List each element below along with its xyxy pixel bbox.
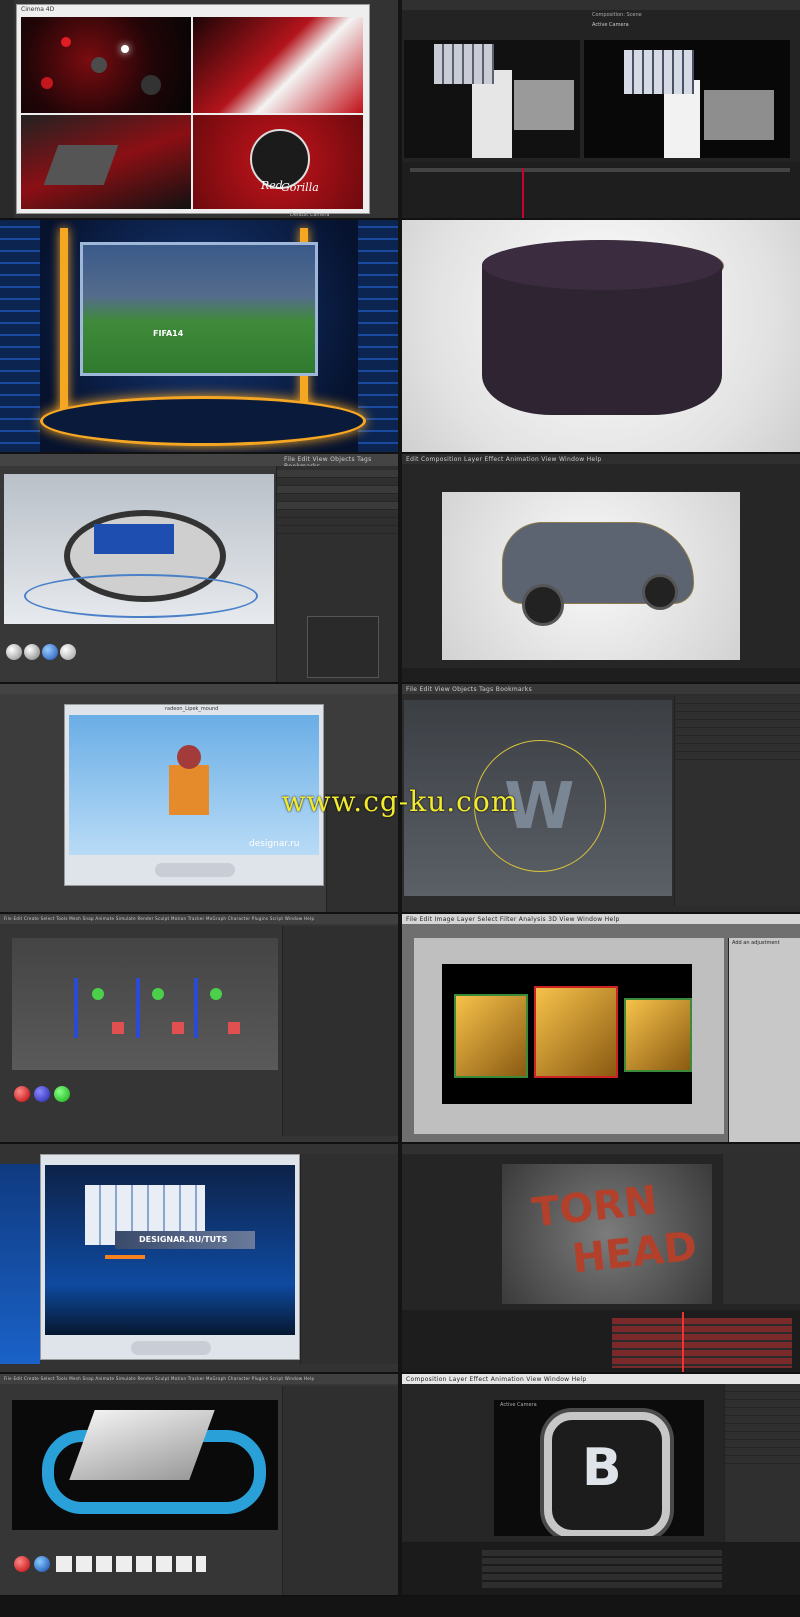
tile-red-gorilla: Cinema 4D Red Gorilla Default Camera [0, 0, 398, 220]
viewport [4, 474, 274, 624]
menu-bar: File Edit Create Select Tools Mesh Snap … [4, 1376, 315, 1381]
tile-gear-logo: File Edit View Objects Tags Bookmarks [0, 454, 398, 684]
menu-bar: Edit Composition Layer Effect Animation … [406, 456, 602, 463]
viewport-particles [21, 17, 191, 113]
player-viewport: DESIGNAR.RU/TUTS [45, 1165, 295, 1335]
viewport-logo: Red Gorilla [193, 115, 363, 209]
title-line1: TORN [529, 1177, 660, 1237]
preview-grid: Cinema 4D Red Gorilla Default Camera Com… [0, 0, 800, 1617]
playback-controls[interactable] [131, 1341, 211, 1355]
viewport [12, 1400, 278, 1530]
tile-pendulum: File Edit Create Select Tools Mesh Snap … [0, 914, 398, 1144]
camera-label: Active Camera [500, 1402, 537, 1408]
window-title: Cinema 4D [21, 6, 55, 13]
tile-car: Edit Composition Layer Effect Animation … [402, 454, 800, 684]
panel-title: Composition: Scene [592, 12, 642, 18]
banner-text: DESIGNAR.RU/TUTS [139, 1235, 228, 1244]
footer-label: Default Camera [290, 212, 330, 218]
viewport-left [404, 40, 580, 158]
tile-fifa-studio: FIFA14 [0, 220, 398, 454]
player-window: radeon_Lipek_mound designar.ru [64, 704, 324, 886]
viewport: Active Camera B [494, 1400, 704, 1536]
stadium-screen: FIFA14 [80, 242, 318, 376]
adjustment-panel-title: Add an adjustment [732, 940, 780, 946]
menu-bar: File Edit Image Layer Select Filter Anal… [406, 916, 620, 923]
app-window: Cinema 4D Red Gorilla [16, 4, 370, 214]
tool-strip [0, 0, 14, 218]
tile-ribbons: File Edit Create Select Tools Mesh Snap … [0, 1374, 398, 1597]
car-viewport [442, 492, 740, 660]
player-viewport: designar.ru [69, 715, 319, 855]
viewport-fabric [193, 17, 363, 113]
player-title: radeon_Lipek_mound [165, 706, 219, 712]
player-window: DESIGNAR.RU/TUTS [40, 1154, 300, 1360]
image-area [442, 964, 692, 1104]
playback-controls[interactable] [155, 863, 235, 877]
viewport-shards [21, 115, 191, 209]
tile-torn-head: TORN HEAD [402, 1144, 800, 1374]
tile-gold-cubes: File Edit Image Layer Select Filter Anal… [402, 914, 800, 1144]
tile-player-window: radeon_Lipek_mound designar.ru [0, 684, 398, 914]
title-line2: HEAD [569, 1223, 700, 1283]
menu-bar: File Edit View Objects Tags Bookmarks [406, 686, 533, 693]
menu-bar: Composition Layer Effect Animation View … [406, 1376, 587, 1383]
viewport-right [584, 40, 790, 158]
tile-w-logo: File Edit View Objects Tags Bookmarks W [402, 684, 800, 914]
b-letter: B [582, 1438, 622, 1498]
viewport [12, 938, 278, 1070]
tile-b-logo: Composition Layer Effect Animation View … [402, 1374, 800, 1597]
w-letter-icon: W [504, 770, 575, 844]
logo-line1: Red [261, 179, 283, 192]
tile-studio-player: DESIGNAR.RU/TUTS [0, 1144, 398, 1374]
tile-cube-fist: Composition: Scene Active Camera [402, 0, 800, 220]
screen-brand: FIFA14 [153, 329, 184, 338]
player-brand: designar.ru [249, 839, 300, 849]
tile-pouf [402, 220, 800, 454]
viewport: W [404, 700, 672, 896]
menu-bar: File Edit Create Select Tools Mesh Snap … [4, 916, 315, 921]
viewport: TORN HEAD [502, 1164, 712, 1304]
logo-line2: Gorilla [281, 181, 319, 194]
camera-label: Active Camera [592, 22, 629, 28]
document-canvas [414, 938, 724, 1134]
